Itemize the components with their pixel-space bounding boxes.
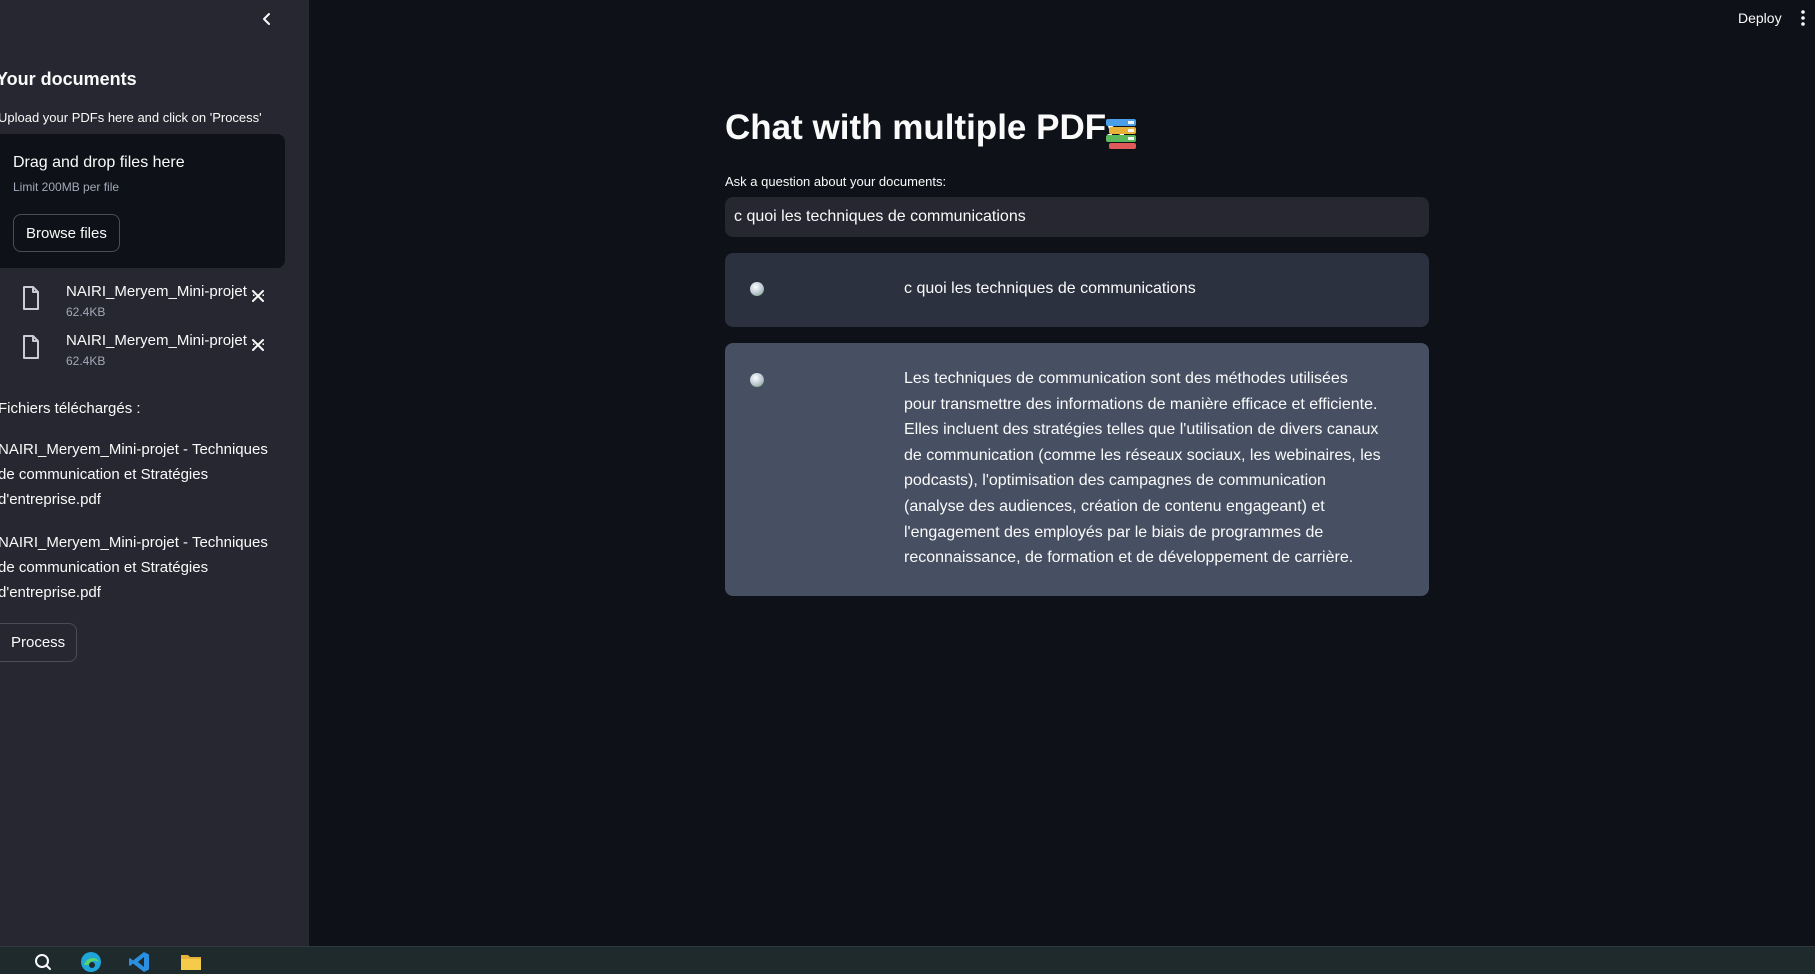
sidebar-title: Your documents: [0, 69, 137, 89]
user-message-text: c quoi les techniques de communications: [904, 280, 1196, 297]
books-icon: [1106, 119, 1136, 149]
user-avatar: [750, 282, 764, 296]
upload-hint: Upload your PDFs here and click on 'Proc…: [0, 110, 262, 125]
downloaded-file-name: NAIRI_Meryem_Mini-projet - Techniques de…: [0, 441, 268, 508]
chevron-left-icon: [263, 13, 270, 25]
close-icon[interactable]: [251, 289, 265, 303]
uploaded-file-name: NAIRI_Meryem_Mini-projet - Techniques de…: [66, 332, 269, 349]
downloaded-files-label: Fichiers téléchargés :: [0, 400, 141, 417]
user-message: c quoi les techniques de communications: [725, 253, 1429, 327]
file-explorer-icon[interactable]: [180, 952, 202, 972]
bot-message-text: Les techniques de communication sont des…: [904, 370, 1381, 567]
vscode-icon[interactable]: [128, 951, 150, 973]
edge-browser-icon[interactable]: [80, 951, 102, 973]
dropzone-limit: Limit 200MB per file: [13, 180, 120, 194]
taskbar: [0, 946, 1815, 974]
uploaded-file-size: 62.4KB: [66, 305, 106, 319]
process-button[interactable]: Process: [0, 623, 78, 662]
collapse-sidebar-button[interactable]: [256, 8, 278, 30]
uploaded-file-size: 62.4KB: [66, 354, 106, 368]
more-menu-icon[interactable]: [1800, 8, 1806, 28]
uploaded-file-name: NAIRI_Meryem_Mini-projet - Techniques de…: [66, 283, 269, 300]
sidebar: Your documents Upload your PDFs here and…: [0, 0, 309, 946]
uploaded-file-item: NAIRI_Meryem_Mini-projet - Techniques de…: [19, 328, 269, 372]
file-icon: [23, 335, 39, 359]
question-input[interactable]: [725, 197, 1429, 237]
question-label: Ask a question about your documents:: [725, 174, 947, 189]
search-icon[interactable]: [34, 953, 52, 971]
dropzone-text: Drag and drop files here: [13, 154, 185, 171]
page-title: Chat with multiple PDFs: [725, 108, 1126, 147]
uploaded-file-item: NAIRI_Meryem_Mini-projet - Techniques de…: [19, 279, 269, 323]
deploy-button[interactable]: Deploy: [1738, 10, 1782, 26]
file-icon: [23, 286, 39, 310]
bot-message: Les techniques de communication sont des…: [725, 343, 1429, 596]
browse-files-button[interactable]: Browse files: [13, 214, 120, 252]
close-icon[interactable]: [251, 338, 265, 352]
file-dropzone[interactable]: Drag and drop files here Limit 200MB per…: [0, 134, 285, 268]
downloaded-file-name: NAIRI_Meryem_Mini-projet - Techniques de…: [0, 534, 268, 601]
bot-avatar: [750, 373, 764, 387]
